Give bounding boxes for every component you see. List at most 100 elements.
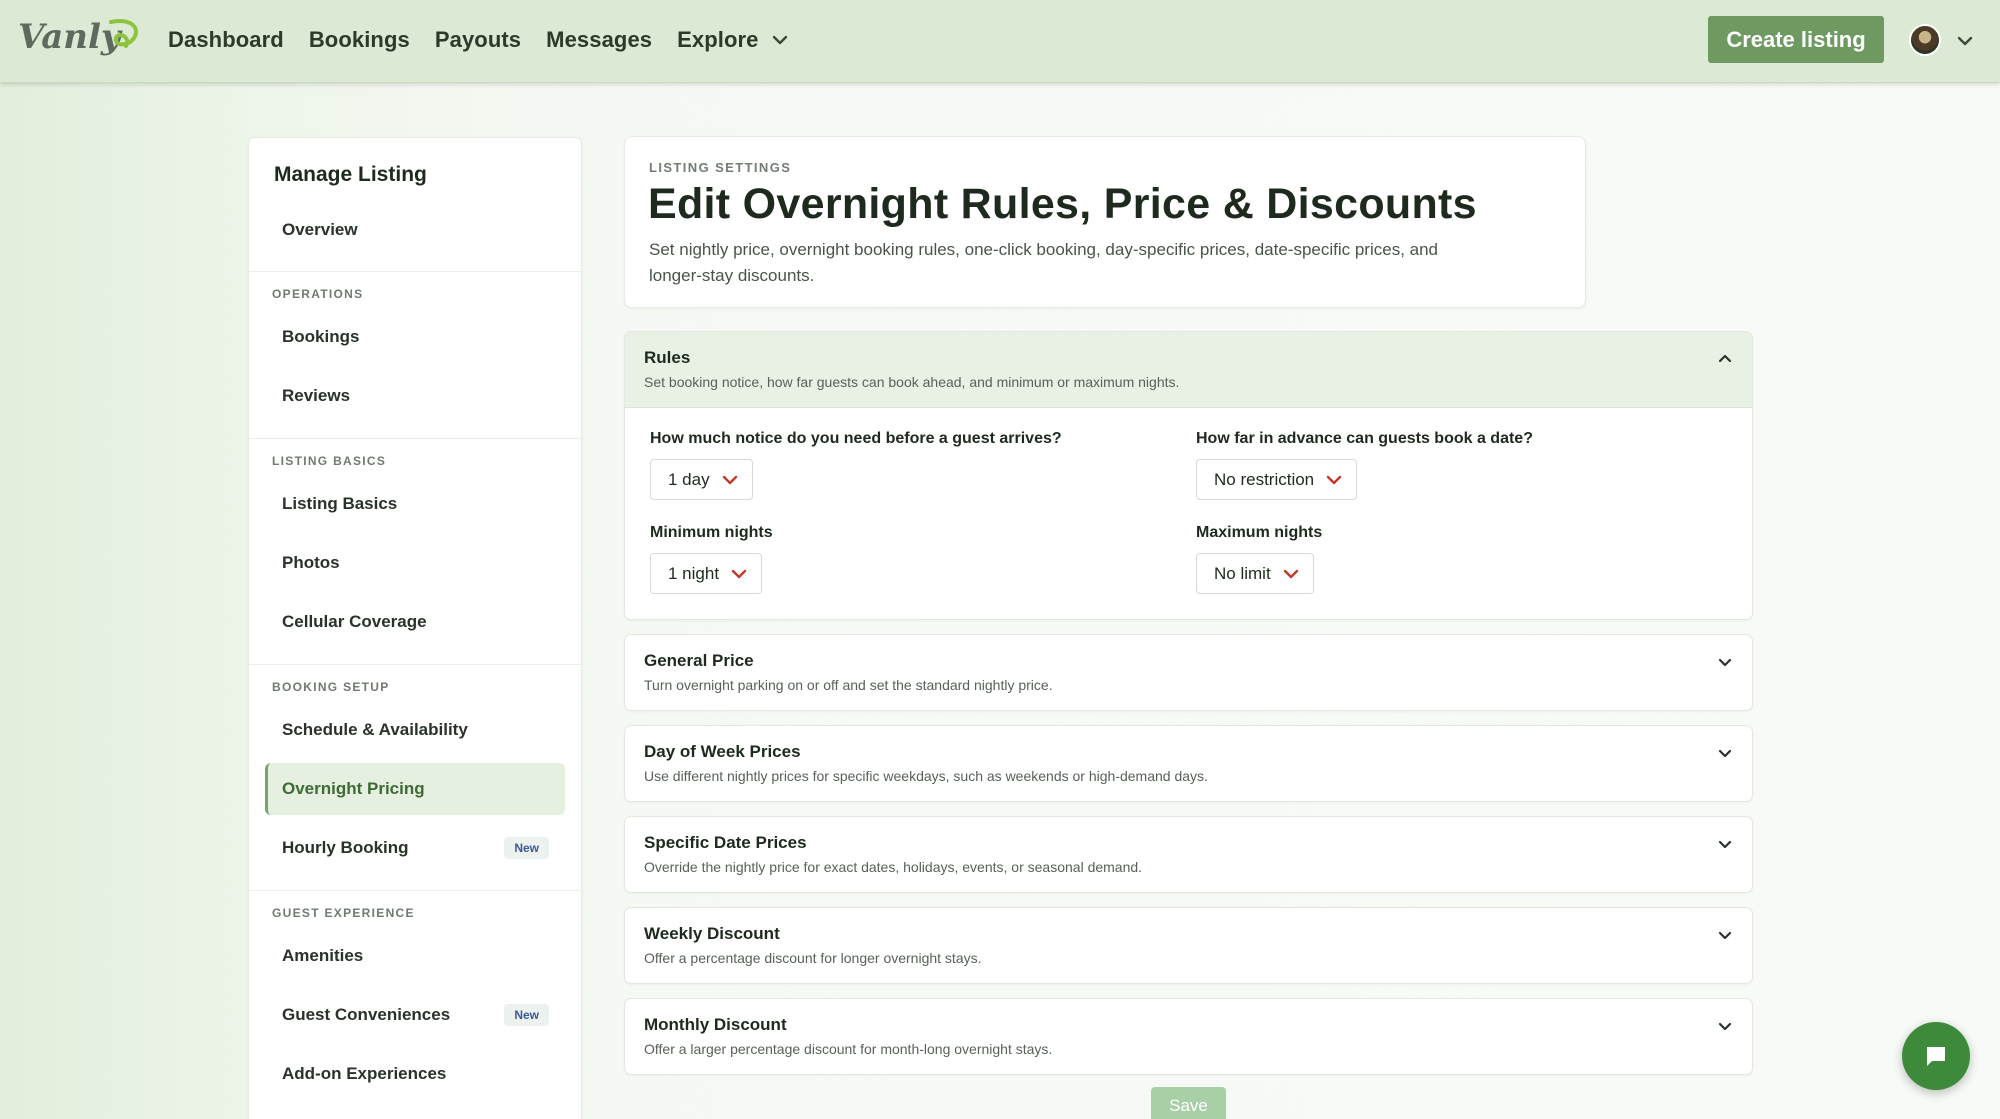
specific-date-prices-subtitle: Override the nightly price for exact dat… bbox=[644, 859, 1143, 875]
sidebar-item-label: Cellular Coverage bbox=[282, 612, 427, 631]
rules-panel-body: How much notice do you need before a gue… bbox=[625, 408, 1752, 618]
chevron-down-icon[interactable] bbox=[1716, 1017, 1734, 1035]
nav-explore-label: Explore bbox=[677, 27, 759, 52]
nav-messages[interactable]: Messages bbox=[546, 27, 652, 53]
chevron-down-icon[interactable] bbox=[1955, 31, 1975, 51]
sidebar-divider bbox=[249, 271, 581, 272]
chevron-down-icon[interactable] bbox=[1716, 653, 1734, 671]
manage-listing-sidebar: Manage Listing Overview OPERATIONS Booki… bbox=[248, 137, 582, 1119]
page-eyebrow: LISTING SETTINGS bbox=[649, 160, 792, 175]
save-button[interactable]: Save bbox=[1151, 1087, 1226, 1119]
general-price-panel: General Price Turn overnight parking on … bbox=[624, 634, 1753, 711]
sidebar-item-amenities[interactable]: Amenities bbox=[265, 930, 565, 982]
chevron-down-icon bbox=[1283, 569, 1298, 578]
avatar[interactable] bbox=[1909, 24, 1941, 56]
sidebar-divider bbox=[249, 890, 581, 891]
day-of-week-prices-panel-header[interactable]: Day of Week Prices Use different nightly… bbox=[625, 726, 1752, 801]
max-nights-select-value: No limit bbox=[1214, 563, 1271, 583]
min-nights-select[interactable]: 1 night bbox=[650, 553, 763, 594]
rules-subtitle: Set booking notice, how far guests can b… bbox=[644, 374, 1180, 390]
nav-dashboard[interactable]: Dashboard bbox=[168, 27, 284, 53]
nav-payouts[interactable]: Payouts bbox=[435, 27, 521, 53]
chevron-down-icon bbox=[722, 475, 737, 484]
chevron-down-icon[interactable] bbox=[1716, 835, 1734, 853]
sidebar-item-label: Listing Basics bbox=[282, 494, 398, 513]
main-nav: Dashboard Bookings Payouts Messages Expl… bbox=[168, 0, 814, 80]
sidebar-section-operations: OPERATIONS bbox=[272, 287, 364, 301]
specific-date-prices-panel-header[interactable]: Specific Date Prices Override the nightl… bbox=[625, 817, 1752, 892]
day-of-week-prices-panel: Day of Week Prices Use different nightly… bbox=[624, 725, 1753, 802]
chat-button[interactable] bbox=[1902, 1022, 1970, 1090]
sidebar-section-guest-experience: GUEST EXPERIENCE bbox=[272, 906, 415, 920]
sidebar-item-overview[interactable]: Overview bbox=[265, 204, 565, 256]
rules-panel: Rules Set booking notice, how far guests… bbox=[624, 331, 1753, 620]
advance-select[interactable]: No restriction bbox=[1196, 459, 1358, 500]
nav-bookings[interactable]: Bookings bbox=[309, 27, 410, 53]
nav-payouts-label: Payouts bbox=[434, 27, 522, 52]
notice-select[interactable]: 1 day bbox=[650, 459, 753, 500]
sidebar-item-schedule-availability[interactable]: Schedule & Availability bbox=[265, 704, 565, 756]
sidebar-item-photos[interactable]: Photos bbox=[265, 537, 565, 589]
sidebar-item-reviews[interactable]: Reviews bbox=[265, 370, 565, 422]
chevron-down-icon bbox=[772, 35, 787, 45]
general-price-title: General Price bbox=[644, 651, 754, 670]
monthly-discount-panel-header[interactable]: Monthly Discount Offer a larger percenta… bbox=[625, 999, 1752, 1074]
specific-date-prices-title: Specific Date Prices bbox=[644, 833, 807, 852]
max-nights-select[interactable]: No limit bbox=[1196, 553, 1314, 594]
monthly-discount-subtitle: Offer a larger percentage discount for m… bbox=[644, 1041, 1053, 1057]
sidebar-item-label: Amenities bbox=[282, 946, 364, 965]
nav-dashboard-label: Dashboard bbox=[168, 27, 284, 52]
advance-select-value: No restriction bbox=[1214, 469, 1315, 489]
top-nav-bar: Vanly Dashboard Bookings Payouts Message… bbox=[0, 0, 2000, 83]
sidebar-item-label: Guest Conveniences bbox=[282, 1005, 451, 1024]
sidebar-item-overnight-pricing[interactable]: Overnight Pricing bbox=[265, 763, 565, 815]
day-of-week-prices-subtitle: Use different nightly prices for specifi… bbox=[644, 768, 1208, 784]
weekly-discount-panel-header[interactable]: Weekly Discount Offer a percentage disco… bbox=[625, 908, 1752, 983]
specific-date-prices-panel: Specific Date Prices Override the nightl… bbox=[624, 816, 1753, 893]
nav-messages-label: Messages bbox=[546, 27, 653, 52]
sidebar-item-guest-conveniences[interactable]: Guest Conveniences New bbox=[265, 989, 565, 1041]
sidebar-section-listing-basics: LISTING BASICS bbox=[272, 454, 387, 468]
sidebar-item-label: Bookings bbox=[282, 327, 360, 346]
sidebar-item-label: Schedule & Availability bbox=[282, 720, 468, 739]
sidebar-item-cellular-coverage[interactable]: Cellular Coverage bbox=[265, 596, 565, 648]
new-badge: New bbox=[504, 1004, 549, 1026]
notice-label: How much notice do you need before a gue… bbox=[650, 430, 1062, 447]
monthly-discount-title: Monthly Discount bbox=[644, 1015, 787, 1034]
min-nights-select-value: 1 night bbox=[668, 563, 720, 583]
create-listing-button[interactable]: Create listing bbox=[1708, 16, 1884, 63]
chevron-down-icon bbox=[731, 569, 747, 578]
sidebar-item-label: Overnight Pricing bbox=[282, 779, 425, 798]
new-badge: New bbox=[504, 837, 549, 859]
sidebar-item-label: Reviews bbox=[282, 386, 351, 405]
sidebar-item-label: Hourly Booking bbox=[282, 838, 409, 857]
weekly-discount-subtitle: Offer a percentage discount for longer o… bbox=[644, 950, 982, 966]
vanly-logo[interactable]: Vanly bbox=[16, 12, 146, 64]
logo-text: Vanly bbox=[18, 17, 123, 57]
sidebar-item-bookings[interactable]: Bookings bbox=[265, 311, 565, 363]
advance-label: How far in advance can guests book a dat… bbox=[1196, 430, 1533, 447]
weekly-discount-panel: Weekly Discount Offer a percentage disco… bbox=[624, 907, 1753, 984]
chevron-down-icon[interactable] bbox=[1716, 744, 1734, 762]
rules-title: Rules bbox=[644, 348, 691, 367]
sidebar-item-add-on-experiences[interactable]: Add-on Experiences bbox=[265, 1048, 565, 1100]
chevron-down-icon[interactable] bbox=[1716, 926, 1734, 944]
max-nights-label: Maximum nights bbox=[1196, 524, 1323, 541]
page-header-card: LISTING SETTINGS Edit Overnight Rules, P… bbox=[624, 136, 1586, 308]
sidebar-item-label: Add-on Experiences bbox=[282, 1064, 447, 1083]
sidebar-item-hourly-booking[interactable]: Hourly Booking New bbox=[265, 822, 565, 874]
chevron-up-icon[interactable] bbox=[1716, 350, 1734, 368]
chevron-down-icon bbox=[1326, 475, 1342, 484]
nav-explore[interactable]: Explore bbox=[677, 27, 788, 53]
rules-panel-header[interactable]: Rules Set booking notice, how far guests… bbox=[625, 332, 1752, 408]
min-nights-label: Minimum nights bbox=[650, 524, 773, 541]
sidebar-item-listing-basics[interactable]: Listing Basics bbox=[265, 478, 565, 530]
page-subtitle: Set nightly price, overnight booking rul… bbox=[649, 240, 1439, 285]
day-of-week-prices-title: Day of Week Prices bbox=[644, 742, 801, 761]
sidebar-divider bbox=[249, 664, 581, 665]
general-price-panel-header[interactable]: General Price Turn overnight parking on … bbox=[625, 635, 1752, 710]
weekly-discount-title: Weekly Discount bbox=[644, 924, 780, 943]
nav-bookings-label: Bookings bbox=[308, 27, 410, 52]
sidebar-section-booking-setup: BOOKING SETUP bbox=[272, 680, 390, 694]
sidebar-item-label: Photos bbox=[282, 553, 340, 572]
